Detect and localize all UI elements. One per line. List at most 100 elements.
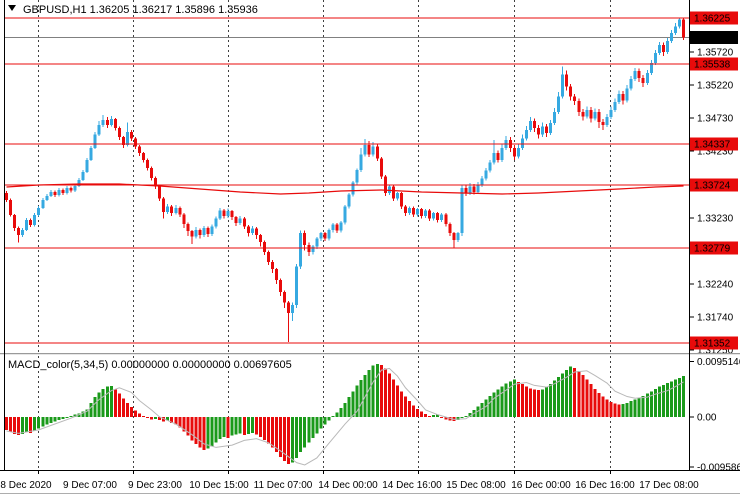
macd-bar (371, 365, 375, 417)
candle-up (210, 226, 214, 234)
candle-down (178, 207, 182, 215)
macd-bar (214, 417, 218, 443)
macd-bar (303, 417, 307, 448)
macd-bar (641, 395, 645, 417)
candle-up (625, 88, 629, 101)
macd-bar (101, 388, 105, 417)
time-axis-label: 11 Dec 07:00 (254, 480, 313, 491)
macd-bar (266, 417, 270, 444)
candle-up (629, 79, 633, 89)
candle-up (395, 193, 399, 199)
candle-up (617, 93, 621, 102)
candle-up (93, 134, 97, 148)
time-axis-label: 15 Dec 08:00 (446, 480, 506, 491)
macd-bar (113, 389, 117, 417)
price-pane[interactable] (4, 0, 689, 352)
candle-down (661, 45, 665, 52)
macd-scale-label: -0.009586 (697, 463, 740, 474)
candle-down (420, 209, 424, 216)
candle-up (585, 109, 589, 117)
candle-up (202, 227, 206, 236)
macd-bar (545, 387, 549, 417)
macd-bar (222, 417, 226, 437)
candle-down (448, 223, 452, 234)
macd-bar (367, 370, 371, 417)
candle-up (101, 119, 105, 126)
macd-bar (121, 398, 125, 417)
price-line-badge-label: 1.35538 (694, 59, 731, 70)
price-scale[interactable] (690, 0, 740, 470)
macd-bar (242, 417, 246, 436)
candle-up (456, 233, 460, 240)
macd-bar (484, 399, 488, 417)
candle-up (194, 229, 198, 237)
candle-up (408, 207, 411, 214)
candle-down (117, 127, 121, 138)
candle-down (137, 146, 141, 154)
chart-canvas[interactable]: 1.357201.352201.347301.342301.332301.322… (0, 0, 740, 500)
candle-down (399, 193, 403, 207)
macd-bar (89, 402, 93, 417)
candle-up (665, 41, 669, 52)
macd-bar (665, 383, 669, 417)
macd-bar (97, 392, 101, 417)
candle-down (452, 233, 456, 240)
candle-up (81, 171, 85, 180)
candle-down (275, 269, 279, 280)
candle-up (678, 19, 682, 27)
candle-up (291, 305, 295, 314)
candle-up (468, 186, 472, 194)
macd-bar (516, 381, 520, 417)
candle-down (403, 206, 407, 214)
macd-bar (593, 388, 597, 417)
candle-up (653, 53, 657, 64)
macd-bar (617, 404, 621, 417)
candle-up (371, 146, 375, 155)
candle-down (637, 71, 641, 78)
candle-up (669, 33, 673, 42)
macd-bar (403, 396, 407, 417)
macd-bar (41, 417, 45, 427)
macd-bar (335, 412, 339, 417)
candle-down (198, 229, 202, 236)
candle-up (347, 194, 351, 207)
candle-down (496, 153, 500, 160)
macd-bar (464, 415, 468, 417)
price-scale-label: 1.31740 (697, 313, 734, 324)
macd-bar (202, 417, 206, 450)
candle-down (61, 189, 65, 194)
macd-bar (53, 417, 57, 422)
candle-up (355, 169, 359, 183)
macd-bar (633, 399, 637, 417)
macd-bar (250, 417, 254, 433)
macd-bar (137, 413, 141, 417)
candle-down (444, 214, 448, 224)
candle-down (246, 226, 250, 234)
macd-bar (432, 415, 436, 417)
candle-down (262, 241, 266, 252)
candle-up (613, 101, 617, 110)
macd-bar (57, 417, 61, 420)
candle-down (53, 191, 57, 196)
candle-down (158, 186, 162, 199)
macd-bar (395, 385, 399, 417)
candle-down (13, 215, 17, 228)
candle-up (315, 238, 319, 247)
candle-down (283, 291, 287, 303)
candle-up (226, 211, 230, 216)
macd-bar (299, 417, 303, 453)
candle-down (573, 96, 577, 102)
candle-up (295, 266, 299, 306)
candle-up (557, 96, 561, 112)
macd-bar (190, 417, 194, 441)
candle-down (569, 86, 573, 97)
candle-down (146, 159, 150, 168)
candle-down (170, 206, 174, 214)
macd-bar (117, 393, 121, 417)
candle-up (484, 170, 488, 179)
candle-down (190, 231, 194, 237)
macd-bar (416, 408, 420, 417)
macd-bar (238, 417, 242, 434)
macd-bar (609, 401, 613, 417)
macd-bar (25, 417, 29, 433)
